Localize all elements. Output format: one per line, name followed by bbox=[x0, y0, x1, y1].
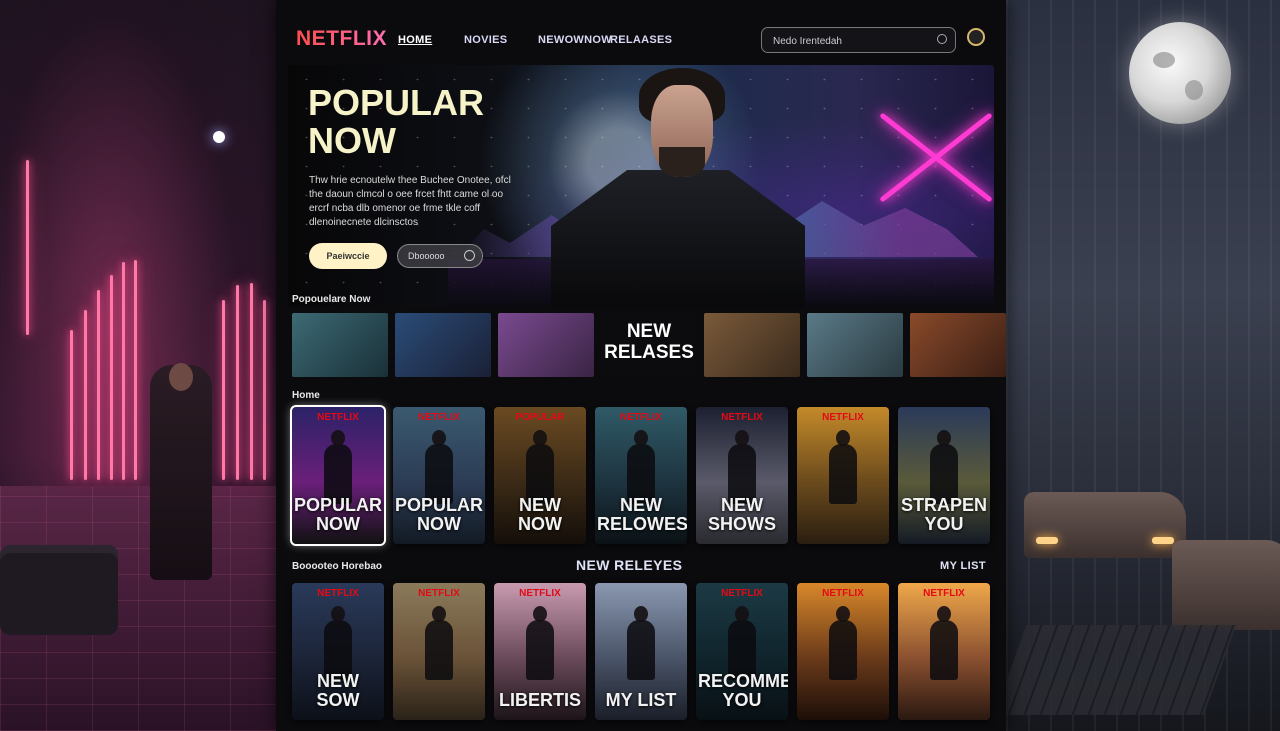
poster-figure bbox=[930, 606, 958, 680]
content-thumbnail[interactable] bbox=[498, 313, 594, 377]
poster-card[interactable]: NETFLIX POPULAR NOW bbox=[393, 407, 485, 544]
poster-card[interactable]: STRAPEN YOU bbox=[898, 407, 990, 544]
nav-item-home[interactable]: HOME bbox=[398, 34, 432, 46]
search-input[interactable] bbox=[771, 32, 925, 50]
poster-title: STRAPEN YOU bbox=[900, 495, 987, 534]
poster-brand: POPULAR bbox=[515, 412, 565, 423]
top-navigation-bar: NETFLIX HOME NOVIES NEWOWNOW RELAASES bbox=[276, 0, 1006, 62]
hero-title: POPULAR NOW bbox=[308, 84, 508, 160]
poster-brand: NETFLIX bbox=[822, 412, 864, 423]
poster-card[interactable]: NETFLIX NEW RELOWES bbox=[595, 407, 687, 544]
neon-light-bar bbox=[97, 290, 100, 480]
app-logo[interactable]: NETFLIX bbox=[296, 27, 387, 51]
nav-item-releases[interactable]: RELAASES bbox=[610, 34, 672, 46]
poster-card[interactable]: NETFLIX LIBERTIS bbox=[494, 583, 586, 720]
search-bar[interactable] bbox=[761, 27, 956, 53]
profile-avatar-icon[interactable] bbox=[967, 28, 985, 46]
neon-light-bar bbox=[26, 160, 29, 335]
neon-light-bar bbox=[134, 260, 137, 480]
poster-title: LIBERTIS bbox=[498, 690, 581, 710]
poster-brand: NETFLIX bbox=[418, 412, 460, 423]
background-room-right bbox=[1006, 0, 1280, 731]
content-thumbnail[interactable]: NEW RELASES bbox=[601, 313, 697, 377]
my-list-link[interactable]: MY LIST bbox=[940, 560, 986, 572]
poster-card[interactable]: NETFLIX NEW SOW bbox=[292, 583, 384, 720]
streaming-app-window: NETFLIX HOME NOVIES NEWOWNOW RELAASES PO… bbox=[276, 0, 1006, 731]
poster-brand: NETFLIX bbox=[317, 412, 359, 423]
more-info-button[interactable]: Dbooooo bbox=[397, 244, 483, 268]
poster-title: NEW NOW bbox=[518, 495, 562, 534]
play-button[interactable]: Paeiwccie bbox=[309, 243, 387, 269]
poster-title: NEW SOW bbox=[316, 671, 360, 710]
poster-title: MY LIST bbox=[605, 690, 677, 710]
neon-light-bar bbox=[122, 262, 125, 480]
content-thumbnail[interactable] bbox=[395, 313, 491, 377]
poster-figure bbox=[425, 606, 453, 680]
thumbnail-title: NEW RELASES bbox=[604, 321, 694, 363]
poster-card[interactable]: NETFLIX bbox=[797, 583, 889, 720]
neon-light-bar bbox=[250, 283, 253, 480]
poster-title: POPULAR NOW bbox=[395, 495, 484, 534]
poster-figure bbox=[627, 606, 655, 680]
poster-card[interactable]: NETFLIX POPULAR NOW bbox=[290, 405, 386, 546]
search-icon[interactable] bbox=[937, 34, 947, 44]
row-label-home: Home bbox=[292, 390, 320, 401]
poster-card[interactable]: MY LIST bbox=[595, 583, 687, 720]
hero-banner: POPULAR NOW Thw hrie ecnoutelw thee Buch… bbox=[288, 65, 994, 307]
content-thumbnail[interactable] bbox=[704, 313, 800, 377]
hero-character bbox=[551, 65, 805, 307]
poster-title: NEW SHOWS bbox=[707, 495, 776, 534]
poster-title: POPULAR NOW bbox=[294, 495, 383, 534]
standing-person bbox=[150, 363, 212, 580]
home-poster-row: NETFLIX POPULAR NOW NETFLIX POPULAR NOW POPU… bbox=[290, 405, 990, 546]
car-front bbox=[1024, 492, 1186, 558]
neon-light-bar bbox=[110, 275, 113, 480]
poster-brand: NETFLIX bbox=[721, 588, 763, 599]
poster-card[interactable]: POPULAR NEW NOW bbox=[494, 407, 586, 544]
poster-card[interactable]: NETFLIX bbox=[797, 407, 889, 544]
poster-title: RECOMMENDED YOU bbox=[698, 671, 788, 710]
poster-brand: NETFLIX bbox=[822, 588, 864, 599]
new-releases-section-title: NEW RELEYES bbox=[576, 557, 683, 573]
poster-brand: NETFLIX bbox=[317, 588, 359, 599]
neon-light-bar bbox=[222, 300, 225, 480]
car-side bbox=[1172, 540, 1280, 630]
poster-title: NEW RELOWES bbox=[597, 495, 687, 534]
hero-title-line1: POPULAR bbox=[308, 82, 485, 123]
poster-brand: NETFLIX bbox=[519, 588, 561, 599]
poster-figure bbox=[829, 606, 857, 680]
hero-description: Thw hrie ecnoutelw thee Buchee Onotee, o… bbox=[309, 175, 511, 228]
nav-item-new[interactable]: NEWOWNOW bbox=[538, 34, 612, 46]
neon-light-bar bbox=[263, 300, 266, 480]
hero-title-line2: NOW bbox=[308, 120, 396, 161]
background-room-left bbox=[0, 0, 276, 731]
info-icon bbox=[464, 250, 475, 261]
neon-light-bar bbox=[236, 285, 239, 480]
content-thumbnail[interactable] bbox=[292, 313, 388, 377]
moon bbox=[1129, 22, 1231, 124]
more-info-label: Dbooooo bbox=[408, 251, 445, 261]
neon-light-bar bbox=[70, 330, 73, 480]
poster-figure bbox=[829, 430, 857, 504]
poster-brand: NETFLIX bbox=[620, 412, 662, 423]
neon-light-bar bbox=[84, 310, 87, 480]
poster-figure bbox=[526, 606, 554, 680]
poster-brand: NETFLIX bbox=[418, 588, 460, 599]
nav-item-movies[interactable]: NOVIES bbox=[464, 34, 507, 46]
content-thumbnail[interactable] bbox=[910, 313, 1006, 377]
row-label-popular: Popouelare Now bbox=[292, 294, 371, 305]
poster-brand: NETFLIX bbox=[721, 412, 763, 423]
new-releases-poster-row: NETFLIX NEW SOW NETFLIX NETFLIX LIBERTIS MY L… bbox=[292, 583, 990, 720]
poster-card[interactable]: NETFLIX bbox=[898, 583, 990, 720]
popular-thumbnail-row: NEW RELASES bbox=[292, 313, 1006, 377]
poster-card[interactable]: NETFLIX bbox=[393, 583, 485, 720]
wall-lamp bbox=[213, 131, 225, 143]
keyboard bbox=[993, 625, 1237, 715]
content-thumbnail[interactable] bbox=[807, 313, 903, 377]
poster-brand: NETFLIX bbox=[923, 588, 965, 599]
row-label-bottom: Booooteo Horebao bbox=[292, 561, 382, 572]
poster-card[interactable]: NETFLIX RECOMMENDED YOU bbox=[696, 583, 788, 720]
sofa bbox=[0, 545, 118, 635]
poster-card[interactable]: NETFLIX NEW SHOWS bbox=[696, 407, 788, 544]
